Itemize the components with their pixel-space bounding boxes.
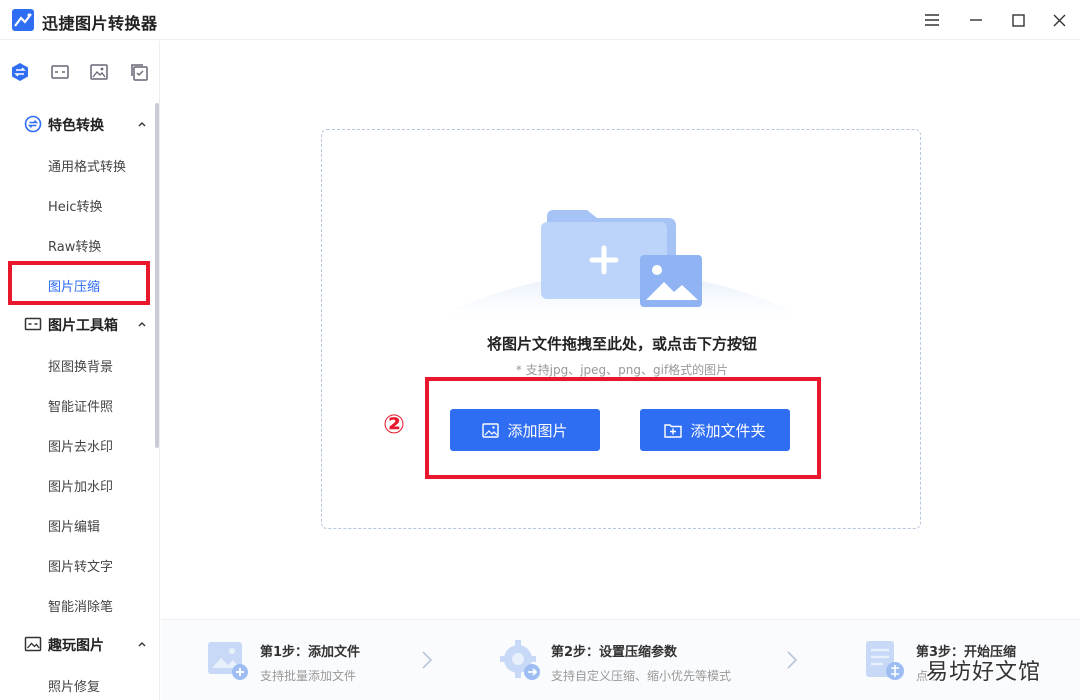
sidebar-item-add-watermark[interactable]: 图片加水印 xyxy=(0,464,155,504)
fun-image-section-icon xyxy=(24,636,42,652)
maximize-icon xyxy=(1011,13,1025,27)
sidebar-item-heic[interactable]: Heic转换 xyxy=(0,184,155,224)
image-icon[interactable] xyxy=(89,62,109,82)
sidebar-item-eraser[interactable]: 智能消除笔 xyxy=(0,584,155,624)
toolbox-icon[interactable] xyxy=(50,62,70,82)
section-toolbox[interactable]: 图片工具箱 xyxy=(0,304,155,344)
sidebar-item-ocr[interactable]: 图片转文字 xyxy=(0,544,155,584)
section-label: 趣玩图片 xyxy=(48,638,104,654)
annotation-mark-2: ② xyxy=(383,410,406,440)
sidebar-item-label: Raw转换 xyxy=(48,240,102,255)
sidebar: 特色转换 通用格式转换 Heic转换 Raw转换 图片压缩 图片工具箱 抠图换背… xyxy=(0,41,160,700)
app-title: 迅捷图片转换器 xyxy=(42,14,158,33)
highlight-box-compress xyxy=(8,261,150,305)
minimize-icon xyxy=(970,19,982,21)
sidebar-item-general-convert[interactable]: 通用格式转换 xyxy=(0,144,155,184)
settings-step-icon xyxy=(500,640,540,680)
start-compress-step-icon xyxy=(866,641,904,680)
sidebar-item-id-photo[interactable]: 智能证件照 xyxy=(0,384,155,424)
folder-image-illustration xyxy=(442,210,802,315)
sidebar-item-label: 图片转文字 xyxy=(48,560,114,575)
supported-formats-text: * 支持jpg、jpeg、png、gif格式的图片 xyxy=(515,363,729,377)
section-label: 图片工具箱 xyxy=(48,318,118,334)
sidebar-item-label: 通用格式转换 xyxy=(48,160,127,175)
sidebar-item-raw[interactable]: Raw转换 xyxy=(0,224,155,264)
sidebar-scrollbar[interactable] xyxy=(155,103,159,448)
step-2-desc: 支持自定义压缩、缩小优先等模式 xyxy=(551,669,732,683)
chevron-right-icon xyxy=(422,651,433,669)
title-bar: 迅捷图片转换器 xyxy=(0,0,1080,40)
step-2-title: 第2步：设置压缩参数 xyxy=(551,645,678,660)
maximize-button[interactable] xyxy=(1004,6,1032,34)
sidebar-item-label: 图片加水印 xyxy=(48,480,114,495)
copy-icon[interactable] xyxy=(129,62,149,82)
sidebar-item-label: 照片修复 xyxy=(48,680,101,695)
chevron-up-icon xyxy=(138,642,146,647)
sidebar-item-label: 图片去水印 xyxy=(48,440,114,455)
convert-icon[interactable] xyxy=(10,62,30,82)
chevron-right-icon xyxy=(787,651,798,669)
section-fun-images[interactable]: 趣玩图片 xyxy=(0,624,155,664)
sidebar-top-icons xyxy=(0,41,160,103)
chevron-up-icon xyxy=(138,122,146,127)
sidebar-item-edit[interactable]: 图片编辑 xyxy=(0,504,155,544)
menu-button[interactable] xyxy=(918,6,946,34)
menu-icon xyxy=(925,14,939,26)
close-icon xyxy=(1053,14,1065,26)
sidebar-item-remove-watermark[interactable]: 图片去水印 xyxy=(0,424,155,464)
sidebar-item-label: 图片编辑 xyxy=(48,520,101,535)
sidebar-item-label: 智能消除笔 xyxy=(48,600,114,615)
section-label: 特色转换 xyxy=(48,118,104,134)
sidebar-item-cutout[interactable]: 抠图换背景 xyxy=(0,344,155,384)
close-button[interactable] xyxy=(1045,6,1073,34)
step-1-desc: 支持批量添加文件 xyxy=(260,669,357,683)
sidebar-item-label: 智能证件照 xyxy=(48,400,114,415)
toolbox-section-icon xyxy=(24,317,42,331)
minimize-button[interactable] xyxy=(962,6,990,34)
sidebar-item-label: 抠图换背景 xyxy=(48,360,114,375)
watermark-text: 易坊好文馆 xyxy=(926,660,1042,685)
app-logo-icon xyxy=(12,9,34,31)
section-feature-convert[interactable]: 特色转换 xyxy=(0,104,155,144)
sidebar-item-photo-repair[interactable]: 照片修复 xyxy=(0,664,155,700)
highlight-box-buttons xyxy=(425,377,821,479)
main-area: 将图片文件拖拽至此处，或点击下方按钮 * 支持jpg、jpeg、png、gif格… xyxy=(161,41,1080,700)
drop-zone-title: 将图片文件拖拽至此处，或点击下方按钮 xyxy=(486,335,757,353)
chevron-up-icon xyxy=(138,322,146,327)
convert-section-icon xyxy=(24,115,42,133)
add-file-step-icon xyxy=(208,642,248,680)
step-1-title: 第1步：添加文件 xyxy=(260,645,361,660)
sidebar-item-label: Heic转换 xyxy=(48,200,103,215)
